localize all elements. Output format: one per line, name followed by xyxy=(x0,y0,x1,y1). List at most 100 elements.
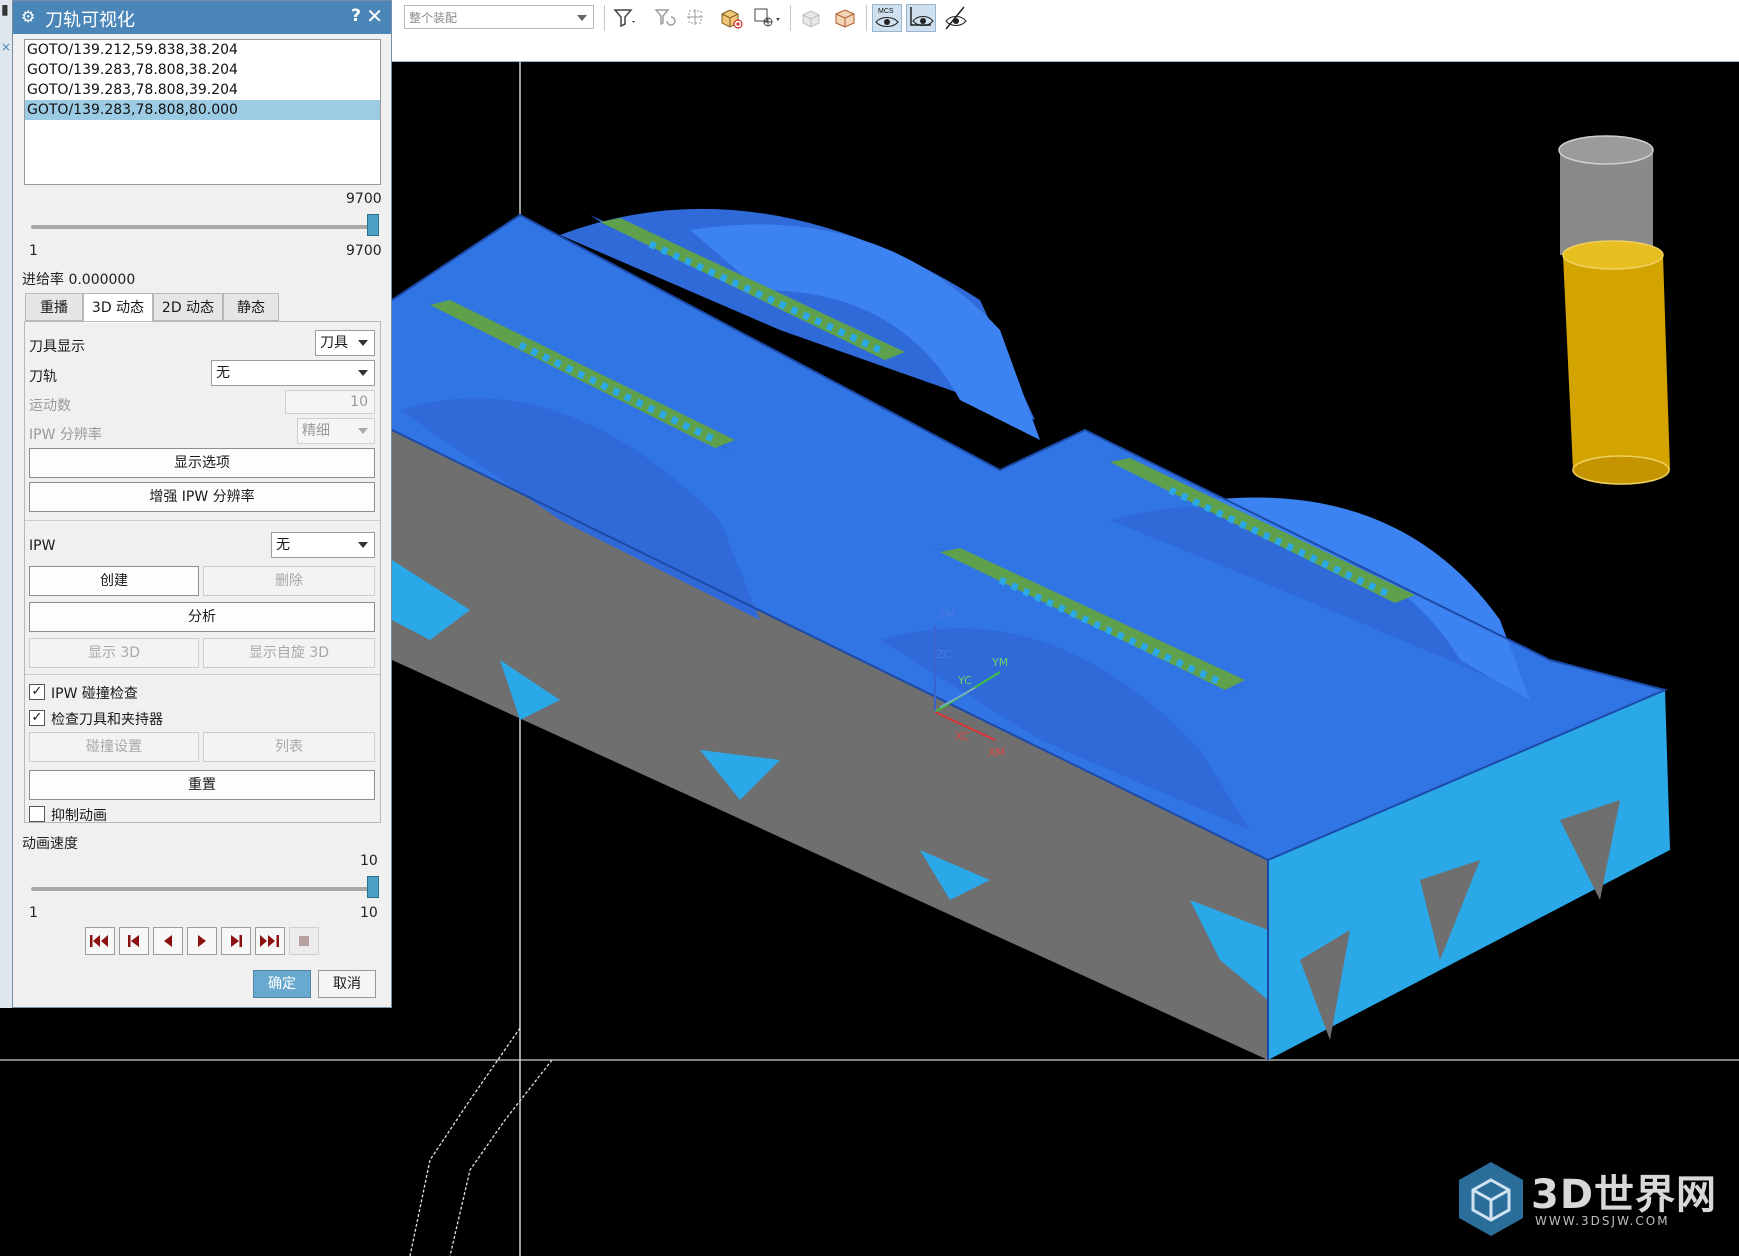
step-back-button[interactable] xyxy=(119,927,149,955)
ipw-collision-checkbox[interactable]: ✓ xyxy=(29,684,45,700)
toolbar-divider xyxy=(604,5,605,31)
watermark-brand: 3D世界网 xyxy=(1531,1172,1718,1218)
stop-button[interactable] xyxy=(289,927,319,955)
show-spin-3d-button[interactable]: 显示自旋 3D xyxy=(203,638,375,668)
axis-label-ym: YM xyxy=(991,656,1008,669)
3d-dynamic-panel: 刀具显示 刀具 刀轨 无 运动数 10 IPW 分辨率 精细 显示选项 增强 I… xyxy=(24,321,381,824)
chevron-down-icon xyxy=(358,370,368,376)
toolpath-label: 刀轨 xyxy=(29,369,57,385)
close-button[interactable]: ✕ xyxy=(366,4,383,28)
snap-point-icon[interactable] xyxy=(682,4,712,32)
box-add-icon[interactable] xyxy=(716,4,746,32)
check-tool-holder-checkbox[interactable]: ✓ xyxy=(29,710,45,726)
display-options-button[interactable]: 显示选项 xyxy=(29,448,375,478)
create-button[interactable]: 创建 xyxy=(29,566,199,596)
axis-label-zc: ZC xyxy=(936,648,952,661)
position-max-value: 9700 xyxy=(346,243,382,259)
check-tool-holder-label: 检查刀具和夹持器 xyxy=(51,712,163,728)
wcs-icon[interactable] xyxy=(796,4,826,32)
step-to-start-button[interactable] xyxy=(85,927,115,955)
position-slider-track[interactable] xyxy=(31,225,379,229)
top-toolbar: 整个装配 MCS xyxy=(392,0,1739,38)
section-divider xyxy=(25,520,380,521)
hide-path-icon[interactable] xyxy=(940,4,970,32)
suppress-animation-label: 抑制动画 xyxy=(51,808,107,824)
list-item[interactable]: GOTO/139.212,59.838,38.204 xyxy=(25,40,380,60)
tab-replay[interactable]: 重播 xyxy=(25,293,83,321)
ok-button[interactable]: 确定 xyxy=(253,970,311,998)
tab-2d-dynamic[interactable]: 2D 动态 xyxy=(153,293,223,321)
position-slider-thumb[interactable] xyxy=(367,214,379,236)
list-button[interactable]: 列表 xyxy=(203,732,375,762)
toolbar-ribbon-strip xyxy=(392,37,1739,63)
watermark-logo-icon xyxy=(1459,1162,1523,1236)
step-to-end-button[interactable] xyxy=(255,927,285,955)
assembly-scope-value: 整个装配 xyxy=(409,11,458,25)
enhance-ipw-resolution-button[interactable]: 增强 IPW 分辨率 xyxy=(29,482,375,512)
chevron-down-icon xyxy=(358,340,368,346)
reset-button[interactable]: 重置 xyxy=(29,770,375,800)
feed-rate-text: 进给率 0.000000 xyxy=(22,272,136,288)
play-forward-icon xyxy=(198,935,206,947)
close-icon[interactable]: × xyxy=(1,40,11,54)
toolpath-command-list[interactable]: GOTO/139.212,59.838,38.204 GOTO/139.283,… xyxy=(24,39,381,185)
animation-speed-track[interactable] xyxy=(31,887,379,891)
toolbar-divider xyxy=(790,5,791,31)
step-back-icon xyxy=(128,935,139,947)
list-item[interactable]: GOTO/139.283,78.808,38.204 xyxy=(25,60,380,80)
list-item-selected[interactable]: GOTO/139.283,78.808,80.000 xyxy=(25,100,380,120)
wire-curve xyxy=(409,1027,521,1256)
ipw-resolution-select[interactable]: 精细 xyxy=(297,418,375,444)
suppress-animation-checkbox[interactable] xyxy=(29,806,45,822)
point-add-icon[interactable] xyxy=(752,4,782,32)
step-to-start-icon xyxy=(90,935,108,947)
gear-icon: ⚙ xyxy=(21,7,36,26)
ipw-label: IPW xyxy=(29,538,56,554)
play-reverse-button[interactable] xyxy=(153,927,183,955)
tab-3d-dynamic[interactable]: 3D 动态 xyxy=(83,293,153,323)
mcs-visibility-icon[interactable]: MCS xyxy=(872,4,902,32)
filter-icon[interactable] xyxy=(610,4,640,32)
assembly-scope-select[interactable]: 整个装配 xyxy=(404,5,594,29)
ipw-select[interactable]: 无 xyxy=(271,532,375,558)
toolpath-select[interactable]: 无 xyxy=(211,360,375,386)
list-item[interactable]: GOTO/139.283,78.808,39.204 xyxy=(25,80,380,100)
step-forward-button[interactable] xyxy=(221,927,251,955)
animation-speed-thumb[interactable] xyxy=(367,876,379,898)
workpiece xyxy=(391,208,1670,1060)
cutting-tool xyxy=(1558,135,1670,485)
cancel-button[interactable]: 取消 xyxy=(318,970,376,998)
collision-settings-button[interactable]: 碰撞设置 xyxy=(29,732,199,762)
ipw-resolution-label: IPW 分辨率 xyxy=(29,427,102,443)
tool-visibility-icon[interactable] xyxy=(906,4,936,32)
position-current-value: 9700 xyxy=(346,191,382,207)
toolpath-visualization-dialog: ⚙ 刀轨可视化 ? ✕ GOTO/139.212,59.838,38.204 G… xyxy=(12,0,392,1008)
show-3d-button[interactable]: 显示 3D xyxy=(29,638,199,668)
motion-count-field[interactable]: 10 xyxy=(285,390,375,414)
resource-bar-icon[interactable]: ▮ xyxy=(1,2,9,18)
ipw-resolution-value: 精细 xyxy=(302,423,330,439)
mcs-label: MCS xyxy=(878,8,894,15)
axis-label-yc: YC xyxy=(957,674,972,687)
filter-history-icon[interactable] xyxy=(650,4,680,32)
play-forward-button[interactable] xyxy=(187,927,217,955)
chevron-down-icon xyxy=(358,428,368,434)
tool-display-select[interactable]: 刀具 xyxy=(315,330,375,356)
delete-button[interactable]: 删除 xyxy=(203,566,375,596)
dialog-title: 刀轨可视化 xyxy=(45,10,135,31)
step-forward-icon xyxy=(231,935,242,947)
wire-curve xyxy=(449,1059,553,1256)
chevron-down-icon xyxy=(577,15,587,21)
tool-display-value: 刀具 xyxy=(320,335,348,351)
axis-label-xm: XM xyxy=(988,746,1005,759)
axis-label-zm: ZM xyxy=(938,608,955,621)
animation-speed-label: 动画速度 xyxy=(22,836,78,852)
help-button[interactable]: ? xyxy=(351,6,361,26)
analyze-button[interactable]: 分析 xyxy=(29,602,375,632)
stop-icon xyxy=(299,936,309,946)
animation-speed-current: 10 xyxy=(360,853,378,869)
solid-view-icon[interactable] xyxy=(830,4,860,32)
dialog-title-bar[interactable]: ⚙ 刀轨可视化 ? ✕ xyxy=(13,1,391,34)
toolpath-value: 无 xyxy=(216,365,230,381)
tab-static[interactable]: 静态 xyxy=(223,293,279,321)
